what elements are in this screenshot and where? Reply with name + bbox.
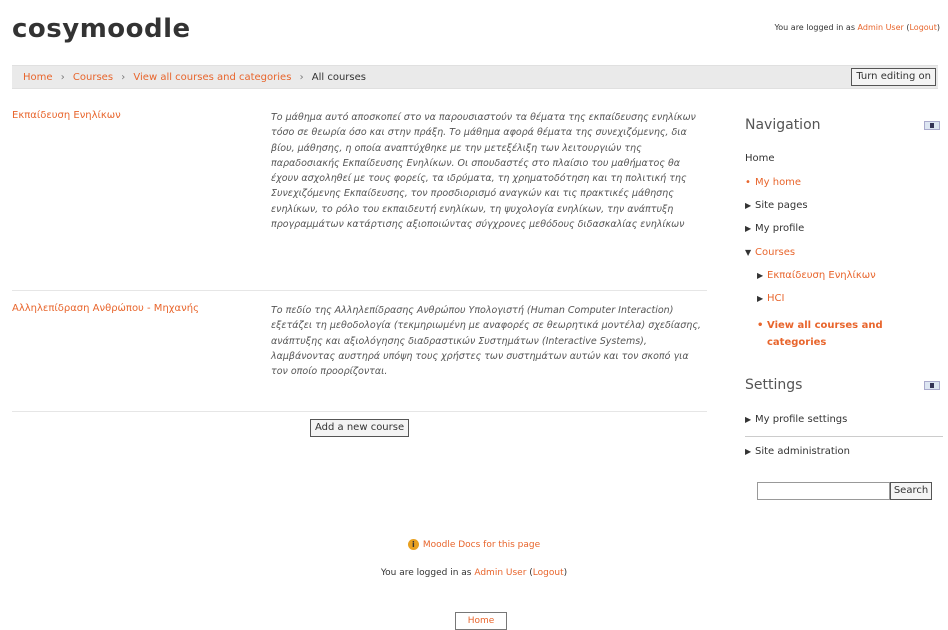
login-info: You are logged in as Admin User (Logout) (774, 23, 940, 32)
navbar: Home › Courses › View all courses and ca… (12, 65, 938, 89)
nav-site-pages-label[interactable]: Site pages (755, 200, 808, 211)
breadcrumb-courses[interactable]: Courses (73, 72, 113, 83)
user-link[interactable]: Admin User (858, 23, 904, 32)
triangle-down-icon: ▼ (745, 248, 752, 257)
course-name-link[interactable]: Αλληλεπίδραση Ανθρώπου - Μηχανής (12, 303, 252, 314)
triangle-right-icon: ▶ (745, 201, 752, 210)
turn-editing-button[interactable]: Turn editing on (851, 68, 936, 86)
login-info-close: ) (936, 23, 940, 32)
nav-course-1[interactable]: ▶ Εκπαίδευση Ενηλίκων (757, 270, 876, 281)
bullet-icon: • (757, 320, 764, 331)
triangle-right-icon: ▶ (757, 271, 764, 280)
navigation-block-title: Navigation (745, 117, 821, 133)
course-row: Αλληλεπίδραση Ανθρώπου - Μηχανής Το πεδί… (12, 303, 707, 412)
search-button[interactable]: Search (890, 482, 932, 500)
course-summary: Το πεδίο της Αλληλεπίδρασης Ανθρώπου Υπο… (271, 305, 701, 378)
nav-site-pages[interactable]: ▶ Site pages (745, 200, 808, 211)
login-info-prefix: You are logged in as (774, 23, 858, 32)
breadcrumb-home[interactable]: Home (23, 72, 53, 83)
footer-login-close: ) (563, 568, 568, 578)
footer-logout-link[interactable]: Logout (533, 568, 564, 578)
block-toggle-icon[interactable] (924, 121, 940, 130)
logout-link[interactable]: Logout (909, 23, 936, 32)
triangle-right-icon: ▶ (745, 224, 752, 233)
nav-course-2-label[interactable]: HCI (767, 293, 784, 304)
course-name-link[interactable]: Εκπαίδευση Ενηλίκων (12, 110, 252, 121)
breadcrumb-separator: › (60, 72, 65, 83)
nav-course-1-label[interactable]: Εκπαίδευση Ενηλίκων (767, 270, 876, 281)
nav-view-all-line1[interactable]: View all courses and (767, 320, 883, 331)
settings-site-admin[interactable]: ▶ Site administration (745, 446, 850, 457)
footer-user-link[interactable]: Admin User (474, 568, 526, 578)
nav-my-home[interactable]: • My home (745, 177, 801, 188)
site-title: cosymoodle (12, 14, 191, 44)
nav-view-all[interactable]: • View all courses and categories (757, 317, 883, 351)
footer-login-info: You are logged in as Admin User (Logout) (0, 568, 948, 578)
triangle-right-icon: ▶ (745, 447, 752, 456)
nav-courses-label[interactable]: Courses (755, 247, 795, 258)
breadcrumb-view-all[interactable]: View all courses and categories (133, 72, 291, 83)
settings-my-profile[interactable]: ▶ My profile settings (745, 414, 847, 425)
breadcrumb: Home › Courses › View all courses and ca… (23, 66, 366, 90)
breadcrumb-separator: › (299, 72, 304, 83)
footer-home-button[interactable]: Home (455, 612, 507, 630)
triangle-right-icon: ▶ (745, 415, 752, 424)
nav-my-home-label[interactable]: My home (755, 177, 801, 188)
moodle-docs-link[interactable]: Moodle Docs for this page (423, 540, 540, 550)
settings-my-profile-label[interactable]: My profile settings (755, 414, 847, 425)
search-input[interactable] (757, 482, 890, 500)
info-icon: i (407, 539, 419, 550)
block-toggle-icon[interactable] (924, 381, 940, 390)
course-list: Εκπαίδευση Ενηλίκων Το μάθημα αυτό αποσκ… (12, 110, 707, 412)
nav-course-2[interactable]: ▶ HCI (757, 293, 784, 304)
nav-my-profile[interactable]: ▶ My profile (745, 223, 804, 234)
footer-docs: i Moodle Docs for this page (0, 539, 948, 550)
settings-block-title: Settings (745, 377, 803, 393)
nav-home-link[interactable]: Home (745, 153, 775, 164)
course-summary: Το μάθημα αυτό αποσκοπεί στο να παρουσια… (271, 112, 696, 231)
nav-view-all-line2[interactable]: categories (767, 337, 826, 348)
course-row: Εκπαίδευση Ενηλίκων Το μάθημα αυτό αποσκ… (12, 110, 707, 291)
settings-divider (745, 436, 943, 437)
footer-login-prefix: You are logged in as (380, 568, 475, 578)
breadcrumb-current: All courses (311, 72, 366, 83)
nav-courses[interactable]: ▼ Courses (745, 247, 795, 258)
add-course-button[interactable]: Add a new course (310, 419, 410, 437)
triangle-right-icon: ▶ (757, 294, 764, 303)
bullet-icon: • (745, 177, 751, 188)
breadcrumb-separator: › (121, 72, 126, 83)
nav-my-profile-label[interactable]: My profile (755, 223, 804, 234)
settings-site-admin-label[interactable]: Site administration (755, 446, 850, 457)
